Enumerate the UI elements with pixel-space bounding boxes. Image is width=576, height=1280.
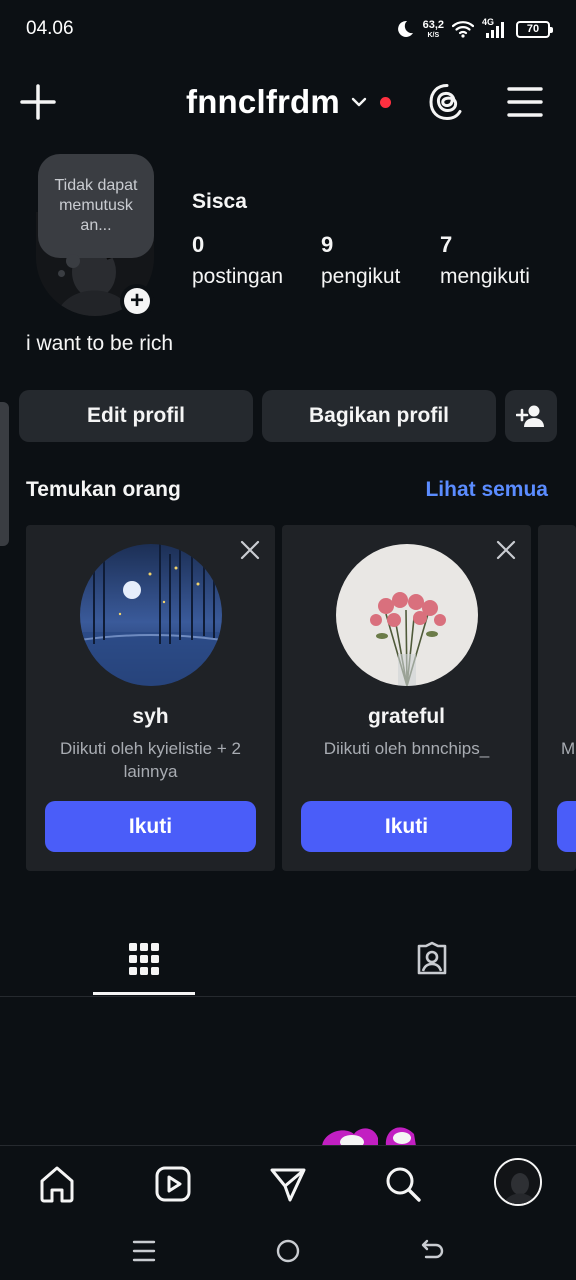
add-story-button[interactable]: +	[120, 284, 154, 318]
stat-posts[interactable]: 0 postingan	[192, 232, 283, 289]
stat-followers-label: pengikut	[321, 265, 401, 288]
notification-dot	[379, 96, 391, 108]
profile-avatar[interactable]	[494, 1158, 542, 1206]
back-icon[interactable]	[418, 1237, 446, 1265]
discover-title: Temukan orang	[26, 478, 181, 501]
status-icons: 63,2 K/S 4G 70	[395, 16, 553, 42]
suggestion-avatar[interactable]	[80, 544, 222, 686]
bio: i want to be rich	[26, 332, 174, 355]
stat-followers[interactable]: 9 pengikut	[321, 232, 400, 289]
signal-icon: 4G	[482, 17, 508, 39]
stat-following-value: 7	[440, 232, 453, 257]
system-navigation-bar	[0, 1223, 576, 1280]
account-switcher[interactable]: fnnclfrdm	[186, 82, 391, 122]
close-icon[interactable]	[239, 539, 261, 561]
display-name: Sisca	[192, 190, 247, 213]
recent-apps-icon[interactable]	[130, 1237, 158, 1265]
empty-state-illustration	[322, 1127, 416, 1146]
status-bar: 04.06 63,2 K/S 4G 70	[0, 0, 576, 56]
suggestion-card-partial[interactable]: M	[538, 525, 576, 871]
stat-following-label: mengikuti	[440, 265, 530, 288]
profile-header: fnnclfrdm	[0, 70, 576, 134]
suggestion-subtitle: M	[561, 739, 576, 758]
net-speed-value: 63,2	[422, 18, 444, 31]
note-bubble-tail	[66, 254, 80, 268]
follow-button[interactable]	[557, 801, 576, 852]
note-text: Tidak dapat memutusk an...	[54, 177, 138, 234]
edit-profile-label: Edit profil	[87, 404, 185, 427]
suggestion-subtitle: Diikuti oleh kyielistie + 2 lainnya	[60, 739, 241, 781]
tab-tagged[interactable]	[381, 936, 483, 982]
suggestion-avatar[interactable]	[336, 544, 478, 686]
home-icon[interactable]	[37, 1164, 77, 1204]
note-bubble[interactable]: Tidak dapat memutusk an...	[38, 154, 154, 258]
active-tab-indicator	[93, 992, 195, 995]
wifi-icon	[452, 21, 474, 38]
menu-icon[interactable]	[506, 84, 544, 120]
suggestion-name: grateful	[367, 705, 445, 728]
tab-posts-grid[interactable]	[93, 936, 195, 982]
bottom-nav	[0, 1145, 576, 1223]
plus-icon: +	[124, 288, 150, 314]
share-profile-button[interactable]: Bagikan profil	[262, 390, 496, 442]
follow-button[interactable]: Ikuti	[301, 801, 512, 852]
stat-posts-label: postingan	[192, 265, 284, 288]
add-person-icon	[516, 405, 544, 427]
follow-label: Ikuti	[128, 814, 173, 838]
net-speed-unit: K/S	[427, 31, 440, 39]
tagged-icon	[417, 941, 447, 975]
share-profile-label: Bagikan profil	[308, 404, 450, 427]
close-icon[interactable]	[495, 539, 517, 561]
stat-following[interactable]: 7 mengikuti	[440, 232, 530, 289]
stat-posts-value: 0	[192, 232, 205, 257]
home-button-icon[interactable]	[274, 1237, 302, 1265]
status-time: 04.06	[26, 18, 74, 39]
send-icon[interactable]	[268, 1164, 308, 1204]
reels-icon[interactable]	[153, 1164, 193, 1204]
battery-level: 70	[526, 23, 540, 35]
follow-button[interactable]: Ikuti	[45, 801, 256, 852]
follow-label: Ikuti	[384, 814, 429, 838]
edit-profile-button[interactable]: Edit profil	[19, 390, 253, 442]
battery-icon: 70	[516, 20, 553, 38]
see-all-link[interactable]: Lihat semua	[425, 478, 548, 502]
threads-icon[interactable]	[428, 83, 466, 121]
discover-people-button[interactable]	[505, 390, 557, 442]
suggestion-card[interactable]: grateful Diikuti oleh bnnchips_ Ikuti	[282, 525, 531, 871]
edge-panel-handle[interactable]	[0, 402, 9, 546]
stat-followers-value: 9	[321, 232, 334, 257]
plus-icon[interactable]	[18, 82, 58, 122]
note-bubble-tail-dot	[58, 270, 65, 277]
username: fnnclfrdm	[186, 83, 340, 120]
suggestion-subtitle: Diikuti oleh bnnchips_	[323, 739, 490, 758]
moon-icon	[397, 20, 413, 37]
chevron-down-icon	[351, 97, 367, 107]
avatar-image	[496, 1160, 540, 1204]
search-icon[interactable]	[383, 1164, 423, 1204]
suggestion-name: syh	[132, 705, 169, 728]
grid-icon	[129, 943, 159, 975]
suggestion-card[interactable]: syh Diikuti oleh kyielistie + 2 lainnya …	[26, 525, 275, 871]
tab-divider	[0, 996, 576, 997]
net-speed: 63,2 K/S	[422, 18, 444, 39]
